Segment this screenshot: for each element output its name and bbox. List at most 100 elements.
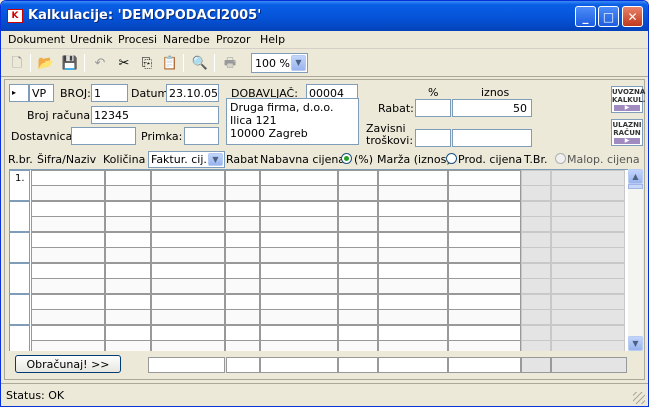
marza-pct-radio[interactable] bbox=[341, 153, 352, 164]
uvozna-kalkulacija-button[interactable]: UVOZNA KALKUL. ▶ bbox=[611, 86, 645, 113]
grid-cell[interactable] bbox=[105, 201, 151, 217]
grid-cell[interactable] bbox=[448, 340, 521, 351]
grid-cell[interactable] bbox=[378, 216, 448, 232]
grid-cell[interactable] bbox=[378, 278, 448, 294]
scroll-up-icon[interactable]: ▲ bbox=[628, 169, 643, 184]
ulazni-racun-button[interactable]: ULAZNI RAČUN ▶ bbox=[611, 119, 643, 146]
grid-cell[interactable] bbox=[225, 216, 260, 232]
menu-naredbe[interactable]: Naredbe bbox=[163, 33, 210, 46]
grid-cell[interactable] bbox=[448, 216, 521, 232]
grid-cell[interactable] bbox=[448, 294, 521, 310]
menu-urednik[interactable]: Urednik bbox=[70, 33, 112, 46]
grid-cell[interactable] bbox=[448, 309, 521, 325]
grid-cell[interactable] bbox=[338, 170, 378, 186]
grid-cell[interactable] bbox=[338, 185, 378, 201]
grid-cell[interactable] bbox=[225, 340, 260, 351]
grid-cell[interactable] bbox=[260, 170, 338, 186]
grid-cell[interactable] bbox=[31, 170, 105, 186]
save-disk-icon[interactable]: 💾 bbox=[61, 54, 79, 72]
grid-cell[interactable] bbox=[105, 170, 151, 186]
price-type-select[interactable]: Faktur. cij. ▼ bbox=[148, 151, 225, 168]
grid-cell[interactable] bbox=[378, 294, 448, 310]
menu-dokument[interactable]: Dokument bbox=[8, 33, 65, 46]
minimize-button[interactable]: _ bbox=[575, 6, 596, 27]
datum-field[interactable]: 23.10.05 bbox=[166, 84, 219, 102]
grid-cell[interactable] bbox=[378, 309, 448, 325]
grid-cell[interactable] bbox=[105, 278, 151, 294]
grid-cell[interactable] bbox=[338, 216, 378, 232]
resize-grip-icon[interactable] bbox=[633, 392, 645, 404]
grid-cell[interactable] bbox=[151, 340, 225, 351]
grid-cell[interactable] bbox=[225, 263, 260, 279]
grid-cell[interactable] bbox=[378, 340, 448, 351]
broj-field[interactable]: 1 bbox=[91, 84, 128, 102]
grid-cell[interactable] bbox=[151, 216, 225, 232]
grid-cell[interactable] bbox=[338, 309, 378, 325]
grid-cell[interactable] bbox=[31, 325, 105, 341]
scroll-down-icon[interactable]: ▼ bbox=[628, 336, 643, 351]
row-number[interactable] bbox=[9, 294, 30, 325]
grid-cell[interactable] bbox=[338, 294, 378, 310]
broj-racuna-field[interactable]: 12345 bbox=[91, 106, 219, 124]
zavisni-pct-field[interactable] bbox=[415, 129, 451, 147]
grid-cell[interactable] bbox=[31, 201, 105, 217]
grid-cell[interactable] bbox=[31, 185, 105, 201]
undo-icon[interactable]: ↶ bbox=[91, 54, 109, 72]
title-bar[interactable]: K Kalkulacije: 'DEMOPODACI2005' _ □ ✕ bbox=[1, 1, 648, 31]
grid-cell[interactable] bbox=[31, 340, 105, 351]
grid-cell[interactable] bbox=[151, 325, 225, 341]
grid-cell[interactable] bbox=[260, 185, 338, 201]
doc-type-field[interactable]: VP bbox=[29, 84, 54, 102]
grid-cell[interactable] bbox=[225, 247, 260, 263]
grid-cell[interactable] bbox=[448, 278, 521, 294]
new-file-icon[interactable]: 🗋 bbox=[8, 54, 26, 72]
scroll-thumb[interactable] bbox=[628, 184, 643, 189]
grid-cell[interactable] bbox=[105, 185, 151, 201]
grid-cell[interactable] bbox=[225, 170, 260, 186]
maximize-button[interactable]: □ bbox=[598, 6, 619, 27]
chevron-down-icon[interactable]: ▼ bbox=[208, 153, 223, 166]
grid-cell[interactable] bbox=[448, 247, 521, 263]
grid-cell[interactable] bbox=[151, 247, 225, 263]
grid-cell[interactable] bbox=[31, 216, 105, 232]
menu-prozor[interactable]: Prozor bbox=[216, 33, 250, 46]
dostavnica-field[interactable] bbox=[71, 127, 136, 145]
grid-cell[interactable] bbox=[31, 309, 105, 325]
grid-cell[interactable] bbox=[448, 325, 521, 341]
open-folder-icon[interactable]: 📂 bbox=[37, 54, 55, 72]
grid-cell[interactable] bbox=[225, 309, 260, 325]
grid-cell[interactable] bbox=[378, 247, 448, 263]
grid-cell[interactable] bbox=[225, 294, 260, 310]
print-icon[interactable]: 🖶 bbox=[221, 54, 239, 72]
grid-cell[interactable] bbox=[338, 263, 378, 279]
grid-cell[interactable] bbox=[151, 170, 225, 186]
obracunaj-button[interactable]: Obračunaj! >> bbox=[15, 355, 121, 373]
grid-cell[interactable] bbox=[378, 201, 448, 217]
grid-cell[interactable] bbox=[225, 325, 260, 341]
grid-cell[interactable] bbox=[105, 325, 151, 341]
grid-cell[interactable] bbox=[151, 278, 225, 294]
grid-cell[interactable] bbox=[260, 201, 338, 217]
grid-cell[interactable] bbox=[105, 294, 151, 310]
zoom-select[interactable]: 100 % ▼ bbox=[251, 53, 308, 73]
grid-cell[interactable] bbox=[31, 278, 105, 294]
grid-cell[interactable] bbox=[225, 185, 260, 201]
malop-cijena-radio[interactable] bbox=[555, 153, 566, 164]
row-number[interactable] bbox=[9, 263, 30, 294]
grid-cell[interactable] bbox=[151, 263, 225, 279]
paste-icon[interactable]: 📋 bbox=[161, 54, 179, 72]
close-button[interactable]: ✕ bbox=[622, 6, 643, 27]
grid-cell[interactable] bbox=[151, 185, 225, 201]
find-magnifier-icon[interactable]: 🔍 bbox=[191, 54, 209, 72]
menu-procesi[interactable]: Procesi bbox=[118, 33, 157, 46]
grid-cell[interactable] bbox=[31, 232, 105, 248]
grid-cell[interactable] bbox=[105, 263, 151, 279]
grid-cell[interactable] bbox=[225, 232, 260, 248]
grid-cell[interactable] bbox=[448, 201, 521, 217]
grid-cell[interactable] bbox=[151, 309, 225, 325]
grid-cell[interactable] bbox=[448, 263, 521, 279]
grid-cell[interactable] bbox=[378, 170, 448, 186]
grid-cell[interactable] bbox=[338, 340, 378, 351]
chevron-down-icon[interactable]: ▼ bbox=[291, 55, 306, 71]
grid-cell[interactable] bbox=[338, 232, 378, 248]
